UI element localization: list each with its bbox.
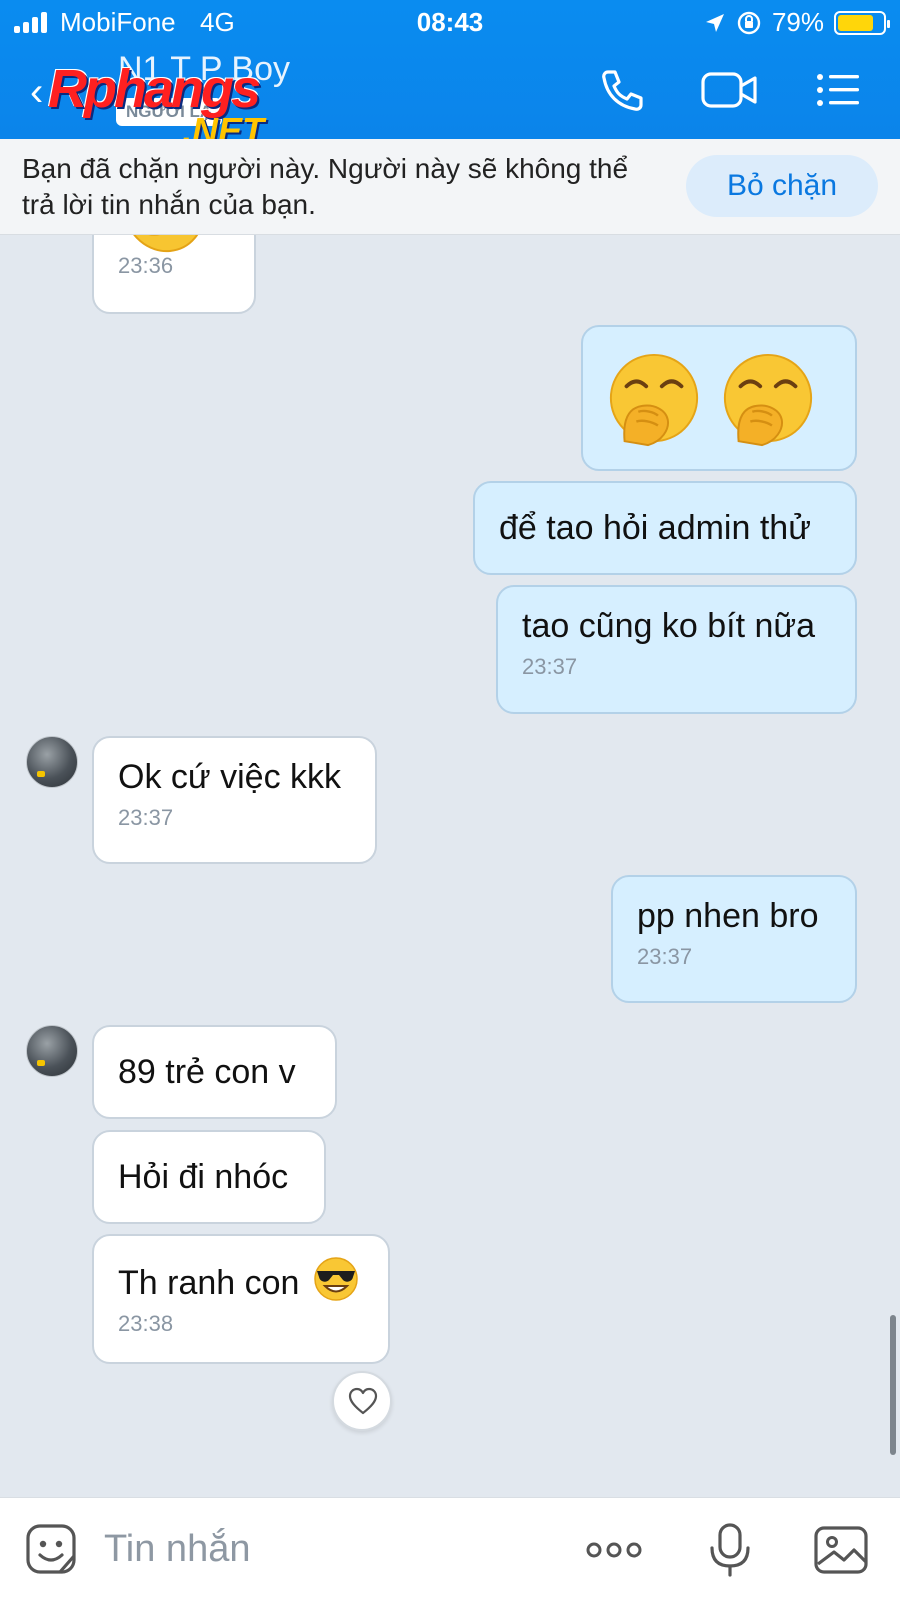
message-bubble-incoming[interactable]: 89 trẻ con v [92,1025,337,1119]
message-text: Th ranh con [118,1264,300,1302]
message-bubble-outgoing[interactable]: để tao hỏi admin thử [473,481,857,575]
contact-avatar[interactable] [26,1025,78,1077]
blocked-notice-text: Bạn đã chặn người này. Người này sẽ khôn… [22,153,629,220]
back-arrow-icon[interactable]: ‹ [30,72,43,112]
message-bubble-incoming[interactable]: Hỏi đi nhóc [92,1130,326,1224]
message-bubble-outgoing[interactable]: tao cũng ko bít nữa 23:37 [496,585,857,714]
more-options-icon[interactable] [584,1522,644,1578]
status-right: 79% [704,7,890,38]
phone-icon[interactable] [596,64,648,116]
menu-list-icon[interactable] [812,64,864,116]
blocked-banner: Bạn đã chặn người này. Người này sẽ khôn… [0,139,900,235]
message-text: để tao hỏi admin thử [499,509,811,547]
rotation-lock-icon [737,11,761,34]
smiling-face-with-sunglasses-icon [314,1257,358,1301]
message-bubble-incoming[interactable]: 23:36 [92,235,256,314]
message-text: tao cũng ko bít nữa [522,607,816,645]
message-time: 23:37 [118,805,174,830]
image-icon[interactable] [812,1522,872,1578]
message-text: 89 trẻ con v [118,1053,296,1091]
message-text: Ok cứ việc kkk [118,758,342,796]
message-bubble-incoming[interactable]: Ok cứ việc kkk 23:37 [92,736,377,864]
message-list[interactable]: 23:36 để tao hỏi admin thử tao cũng ko b… [0,235,900,1497]
sticker-icon[interactable] [24,1522,80,1578]
contact-name[interactable]: N1 T P Boy [118,50,290,89]
microphone-icon[interactable] [702,1522,758,1578]
message-bubble-incoming[interactable]: Th ranh con 23:38 [92,1234,390,1364]
stranger-badge: NGƯỜI LẠ [116,98,223,126]
battery-percent: 79% [771,7,824,37]
face-with-hand-over-mouth-icon [723,353,813,447]
top-bar: MobiFone 4G 08:43 79% ‹ N1 T P Boy NGƯỜI… [0,0,900,151]
location-arrow-icon [705,13,724,32]
react-heart-button[interactable] [332,1371,392,1431]
message-composer: Tin nhắn [0,1497,900,1600]
heart-icon [348,1387,378,1415]
message-bubble-outgoing[interactable] [581,325,857,471]
battery-fill [838,14,873,31]
contact-avatar[interactable] [26,736,78,788]
message-time: 23:37 [522,654,578,679]
face-with-hand-over-mouth-icon [609,353,699,447]
message-bubble-outgoing[interactable]: pp nhen bro 23:37 [611,875,857,1003]
message-time: 23:38 [118,1311,174,1336]
status-bar: MobiFone 4G 08:43 79% [0,0,900,44]
battery-icon [834,10,890,35]
unblock-button[interactable]: Bỏ chặn [686,155,878,217]
message-text: Hỏi đi nhóc [118,1158,289,1196]
video-call-icon[interactable] [700,64,760,116]
message-time: 23:37 [637,944,693,969]
message-text: pp nhen bro [637,897,819,935]
message-input[interactable]: Tin nhắn [104,1528,250,1571]
message-time: 23:36 [118,253,174,278]
scrollbar[interactable] [890,1315,896,1455]
